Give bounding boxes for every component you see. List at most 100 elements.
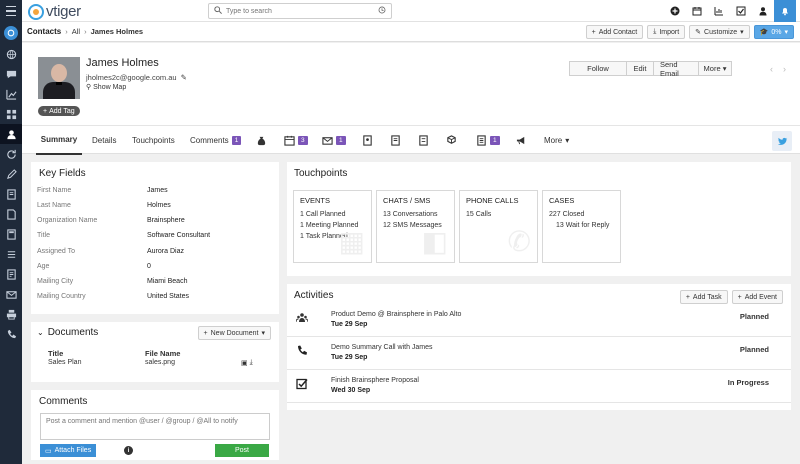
document-file[interactable]: sales.png xyxy=(145,359,241,367)
field-value[interactable]: Miami Beach xyxy=(147,278,187,285)
plus-icon: + xyxy=(591,28,596,36)
calendar-icon[interactable] xyxy=(686,0,708,22)
touchpoint-card-phone-calls[interactable]: PHONE CALLS 15 Calls ✆ xyxy=(459,190,538,263)
vtiger-logo[interactable]: vtiger xyxy=(28,3,81,20)
tab-calendar[interactable]: 3 xyxy=(284,126,308,155)
tab-contact-card[interactable] xyxy=(362,126,373,155)
attach-files-button[interactable]: ▭ Attach Files xyxy=(40,444,97,457)
quick-create-icon[interactable] xyxy=(664,0,686,22)
card-heading: PHONE CALLS xyxy=(466,196,519,205)
field-value[interactable]: United States xyxy=(147,293,189,300)
more-button[interactable]: More ▾ xyxy=(698,61,732,76)
tab-deals[interactable] xyxy=(256,126,267,155)
add-contact-button[interactable]: + Add Contact xyxy=(585,25,644,39)
global-search[interactable] xyxy=(208,3,392,19)
contact-name: James Holmes xyxy=(86,57,159,69)
pencil-icon[interactable]: ✎ xyxy=(181,73,187,82)
rail-book-icon[interactable] xyxy=(0,184,22,204)
plus-icon: + xyxy=(737,293,742,301)
download-icon[interactable]: ⤓ xyxy=(250,359,253,367)
progress-button[interactable]: 🎓 0% ▾ xyxy=(753,25,794,39)
image-preview-icon[interactable]: ▣ xyxy=(241,359,248,367)
show-map-link[interactable]: ⚲ Show Map xyxy=(86,83,126,92)
search-options-icon[interactable] xyxy=(378,6,386,16)
breadcrumb-all[interactable]: All xyxy=(72,27,80,36)
next-record-icon[interactable]: › xyxy=(783,64,786,74)
search-input[interactable] xyxy=(226,7,378,15)
rail-note-icon[interactable] xyxy=(0,204,22,224)
follow-button[interactable]: Follow xyxy=(569,61,627,76)
activity-title[interactable]: Demo Summary Call with James xyxy=(331,344,433,351)
rail-sync-icon[interactable] xyxy=(0,144,22,164)
notifications-bell-icon[interactable] xyxy=(774,0,796,22)
breadcrumb-module[interactable]: Contacts xyxy=(27,27,61,36)
rail-invoice-icon[interactable] xyxy=(0,264,22,284)
previous-record-icon[interactable]: ‹ xyxy=(770,64,773,74)
apps-icon[interactable] xyxy=(0,22,22,44)
activity-row[interactable]: Demo Summary Call with James Tue 29 Sep … xyxy=(287,338,791,370)
comment-input[interactable] xyxy=(40,413,270,440)
menu-icon[interactable] xyxy=(0,0,22,22)
tab-products[interactable] xyxy=(446,126,457,155)
field-value[interactable]: James xyxy=(147,187,168,194)
key-fields-panel: Key Fields First Name James Last Name Holm… xyxy=(31,162,279,314)
document-title[interactable]: Sales Plan xyxy=(48,359,145,367)
twitter-icon[interactable] xyxy=(772,131,792,151)
customize-button[interactable]: ✎ Customize ▾ xyxy=(689,25,750,39)
rail-calc-icon[interactable] xyxy=(0,224,22,244)
phone-icon xyxy=(296,345,308,357)
edit-button[interactable]: Edit xyxy=(626,61,654,76)
touchpoint-card-cases[interactable]: CASES 227 Closed 13 Wait for Reply xyxy=(542,190,621,263)
tab-comments[interactable]: Comments 1 xyxy=(190,126,242,155)
field-value[interactable]: Holmes xyxy=(147,202,171,209)
tasks-icon[interactable] xyxy=(730,0,752,22)
add-event-button[interactable]: + Add Event xyxy=(731,290,783,304)
tab-purchase-orders[interactable] xyxy=(390,126,401,155)
rail-chat-icon[interactable] xyxy=(0,64,22,84)
tab-details[interactable]: Details xyxy=(92,126,116,155)
rail-edit-icon[interactable] xyxy=(0,164,22,184)
add-task-button[interactable]: + Add Task xyxy=(679,290,728,304)
rail-list-icon[interactable] xyxy=(0,244,22,264)
activity-row[interactable]: Finish Brainsphere Proposal Wed 30 Sep I… xyxy=(287,371,791,403)
field-value[interactable]: 0 xyxy=(147,263,151,270)
field-value[interactable]: Software Consultant xyxy=(147,232,210,239)
tab-more[interactable]: More ▾ xyxy=(544,126,569,155)
rail-mail-icon[interactable] xyxy=(0,284,22,304)
contact-email[interactable]: jholmes2c@google.com.au xyxy=(86,73,177,82)
import-button[interactable]: ⤓ Import xyxy=(647,25,686,39)
activity-title[interactable]: Product Demo @ Brainsphere in Palo Alto xyxy=(331,311,461,318)
rail-dashboard-icon[interactable] xyxy=(0,104,22,124)
contact-photo[interactable] xyxy=(38,57,80,99)
tab-emails[interactable]: 1 xyxy=(322,126,346,155)
activity-title[interactable]: Finish Brainsphere Proposal xyxy=(331,377,419,384)
tab-campaigns[interactable] xyxy=(516,126,527,155)
field-value[interactable]: Aurora Diaz xyxy=(147,248,184,255)
info-icon[interactable]: i xyxy=(124,446,133,455)
field-value[interactable]: Brainsphere xyxy=(147,217,185,224)
caret-down-icon: ▾ xyxy=(784,29,788,36)
reports-icon[interactable] xyxy=(708,0,730,22)
tab-summary[interactable]: Summary xyxy=(36,126,82,155)
rail-contacts-icon[interactable] xyxy=(0,124,22,144)
meeting-icon xyxy=(295,312,309,324)
user-menu-icon[interactable] xyxy=(752,0,774,22)
touchpoint-card-chats[interactable]: CHATS / SMS 13 Conversations 12 SMS Mess… xyxy=(376,190,455,263)
documents-header[interactable]: ⌄ Documents xyxy=(37,327,98,338)
rail-reports-icon[interactable] xyxy=(0,84,22,104)
add-tag-button[interactable]: + Add Tag xyxy=(38,106,80,116)
new-document-button[interactable]: + New Document ▾ xyxy=(197,326,271,340)
send-email-button[interactable]: Send Email xyxy=(653,60,699,78)
field-row: First Name James xyxy=(37,187,168,194)
download-icon: ⤓ xyxy=(653,28,657,35)
activity-row[interactable]: Product Demo @ Brainsphere in Palo Alto … xyxy=(287,305,791,337)
post-button[interactable]: Post xyxy=(215,444,269,457)
plus-icon: + xyxy=(43,107,48,115)
tab-quotes[interactable] xyxy=(418,126,429,155)
rail-print-icon[interactable] xyxy=(0,304,22,324)
touchpoint-card-events[interactable]: EVENTS 1 Call Planned 1 Meeting Planned … xyxy=(293,190,372,263)
tab-documents[interactable]: 1 xyxy=(476,126,500,155)
tab-touchpoints[interactable]: Touchpoints xyxy=(132,126,175,155)
rail-call-icon[interactable] xyxy=(0,324,22,344)
rail-globe-icon[interactable] xyxy=(0,44,22,64)
